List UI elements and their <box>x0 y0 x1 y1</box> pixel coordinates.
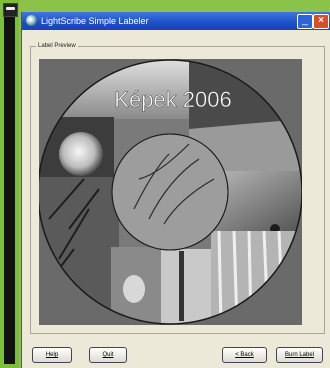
help-button[interactable]: Help <box>32 347 72 363</box>
taskbar-strip <box>0 0 19 368</box>
quit-button-label: Quit <box>102 352 114 358</box>
disc-title-text: Képek 2006 <box>114 87 231 112</box>
back-button[interactable]: < Back <box>222 347 267 363</box>
burn-label-button-label: Burn Label <box>284 352 315 358</box>
taskbar-window-icon[interactable] <box>3 3 18 17</box>
label-preview-label: Label Preview <box>36 41 78 51</box>
minimize-button[interactable]: _ <box>297 14 313 29</box>
quit-button[interactable]: Quit <box>89 347 127 363</box>
disc-preview: Képek 2006 <box>37 59 303 325</box>
window-title: LightScribe Simple Labeler <box>41 16 149 26</box>
label-preview-image: Képek 2006 <box>37 59 303 325</box>
title-bar: LightScribe Simple Labeler _ × <box>22 12 330 30</box>
label-preview-group: Label Preview Képek 2006 <box>30 41 325 334</box>
taskbar-background <box>4 4 15 364</box>
help-button-label: Help <box>45 352 59 358</box>
close-button[interactable]: × <box>313 14 329 29</box>
back-button-label: < Back <box>235 352 254 358</box>
burn-label-button[interactable]: Burn Label <box>276 347 323 363</box>
app-disc-icon <box>26 15 37 26</box>
app-window: LightScribe Simple Labeler _ × Label Pre… <box>21 12 330 368</box>
